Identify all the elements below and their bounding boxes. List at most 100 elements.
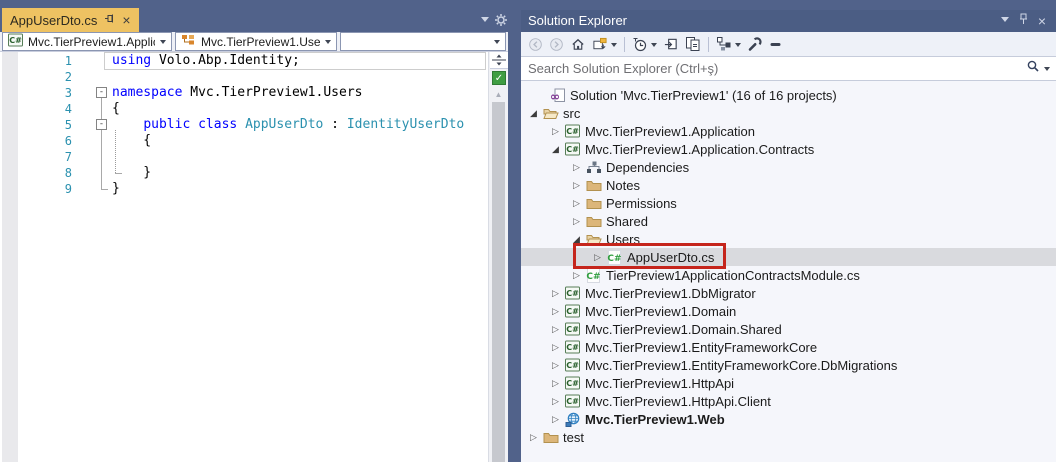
close-tab-icon[interactable]: ×	[122, 13, 130, 27]
expand-arrow-icon[interactable]: ▷	[569, 180, 584, 191]
chevron-down-icon	[325, 40, 331, 47]
type-dropdown[interactable]: Mvc.TierPreview1.Users.A	[175, 32, 337, 51]
expand-arrow-icon[interactable]: ▷	[569, 216, 584, 227]
expand-arrow-icon[interactable]: ▷	[548, 126, 563, 137]
expand-arrow-icon[interactable]: ▷	[548, 306, 563, 317]
folder-icon	[584, 214, 603, 228]
tree-item-permissions[interactable]: ▷ Permissions	[521, 194, 1056, 212]
chevron-down-icon	[494, 40, 500, 47]
folder-icon	[541, 430, 560, 444]
tree-item-label: Permissions	[603, 196, 677, 211]
expand-arrow-icon[interactable]: ▷	[548, 378, 563, 389]
sync-with-active-document-button[interactable]	[660, 34, 682, 54]
tree-item-label: AppUserDto.cs	[624, 250, 714, 265]
member-dropdown[interactable]	[340, 32, 506, 51]
window-position-chevron-icon[interactable]	[1001, 17, 1009, 26]
tab-list-chevron-icon[interactable]	[481, 17, 489, 26]
collapse-all-button[interactable]	[682, 34, 704, 54]
code-line-8: 8 }	[0, 165, 490, 181]
tree-item-mvc-tierpreview1-application-contracts[interactable]: ◢C#Mvc.TierPreview1.Application.Contract…	[521, 140, 1056, 158]
editor-scrollbar[interactable]: ✓ ▲	[488, 52, 508, 462]
switch-views-button[interactable]	[589, 34, 611, 54]
properties-button[interactable]	[744, 34, 766, 54]
file-nesting-button[interactable]	[713, 34, 735, 54]
collapse-arrow-icon[interactable]: ◢	[569, 234, 584, 245]
tree-item-shared[interactable]: ▷Shared	[521, 212, 1056, 230]
collapse-arrow-icon[interactable]: ◢	[526, 108, 541, 119]
tree-item-users[interactable]: ◢Users	[521, 230, 1056, 248]
pending-changes-filter-chevron-icon[interactable]	[651, 43, 657, 50]
pin-window-icon[interactable]	[1018, 10, 1029, 32]
tree-item-mvc-tierpreview1-domain[interactable]: ▷C#Mvc.TierPreview1.Domain	[521, 302, 1056, 320]
tree-item-mvc-tierpreview1-entityframeworkcore-dbmig[interactable]: ▷C#Mvc.TierPreview1.EntityFrameworkCore.…	[521, 356, 1056, 374]
expand-arrow-icon[interactable]: ▷	[548, 396, 563, 407]
expand-arrow-icon[interactable]: ▷	[590, 252, 605, 263]
code-editor[interactable]: 1using Volo.Abp.Identity;23namespace Mvc…	[0, 52, 490, 462]
code-line-2: 2	[0, 69, 490, 85]
file-nesting-chevron-icon[interactable]	[735, 43, 741, 50]
project-dropdown[interactable]: C# Mvc.TierPreview1.Applica:	[2, 32, 172, 51]
editor-settings-gear-icon[interactable]	[494, 13, 508, 32]
tree-item-appuserdto-cs[interactable]: ▷C#AppUserDto.cs	[521, 248, 1056, 266]
tree-item-mvc-tierpreview1-application[interactable]: ▷C#Mvc.TierPreview1.Application	[521, 122, 1056, 140]
scrollbar-thumb[interactable]	[492, 102, 505, 462]
solution-explorer-title: Solution Explorer	[528, 13, 627, 28]
expand-arrow-icon[interactable]: ▷	[569, 162, 584, 173]
line-number: 2	[20, 69, 72, 85]
home-button[interactable]	[567, 34, 589, 54]
switch-views-chevron-icon[interactable]	[611, 43, 617, 50]
search-options-chevron-icon[interactable]	[1044, 67, 1050, 74]
pending-changes-filter-button[interactable]	[629, 34, 651, 54]
tree-item-mvc-tierpreview1-entityframeworkcore[interactable]: ▷C#Mvc.TierPreview1.EntityFrameworkCore	[521, 338, 1056, 356]
tree-item-label: Mvc.TierPreview1.EntityFrameworkCore.DbM…	[582, 358, 897, 373]
csharp-file-icon: C#	[584, 268, 603, 283]
tree-item-dependencies[interactable]: ▷ Dependencies	[521, 158, 1056, 176]
svg-text:C#: C#	[9, 36, 22, 45]
collapse-region-icon[interactable]: -	[96, 87, 107, 98]
code-line-9: 9}	[0, 181, 490, 197]
search-solution-explorer-input[interactable]: Search Solution Explorer (Ctrl+ş)	[521, 56, 1056, 81]
code-health-check-icon[interactable]: ✓	[492, 71, 506, 85]
collapse-region-icon[interactable]: -	[96, 119, 107, 130]
tree-item-src[interactable]: ◢src	[521, 104, 1056, 122]
document-tab-appuserdto[interactable]: AppUserDto.cs ×	[2, 8, 139, 32]
tree-item-notes[interactable]: ▷Notes	[521, 176, 1056, 194]
folder-icon	[584, 178, 603, 192]
solution-explorer-titlebar[interactable]: Solution Explorer ×	[521, 10, 1056, 32]
split-window-handle[interactable]	[490, 52, 508, 69]
expand-arrow-icon[interactable]: ▷	[548, 360, 563, 371]
pin-tab-icon[interactable]	[104, 11, 115, 29]
expand-arrow-icon[interactable]: ▷	[548, 324, 563, 335]
collapse-arrow-icon[interactable]: ◢	[548, 144, 563, 155]
tree-item-test[interactable]: ▷test	[521, 428, 1056, 446]
tree-item-label: Dependencies	[603, 160, 689, 175]
line-number: 9	[20, 181, 72, 197]
forward-button[interactable]	[546, 34, 567, 54]
solution-icon: ∞	[548, 88, 567, 103]
editor-navigation-bar: C# Mvc.TierPreview1.Applica: Mvc.TierPre…	[0, 32, 508, 52]
expand-arrow-icon[interactable]: ▷	[548, 342, 563, 353]
line-number: 6	[20, 133, 72, 149]
expand-arrow-icon[interactable]: ▷	[526, 432, 541, 443]
web-project-icon	[563, 412, 582, 427]
tree-item-mvc-tierpreview1-web[interactable]: ▷Mvc.TierPreview1.Web	[521, 410, 1056, 428]
expand-arrow-icon[interactable]: ▷	[569, 270, 584, 281]
scroll-up-arrow-icon[interactable]: ▲	[489, 89, 508, 101]
tree-item-mvc-tierpreview1-httpapi[interactable]: ▷C#Mvc.TierPreview1.HttpApi	[521, 374, 1056, 392]
preview-selected-items-button[interactable]	[766, 34, 786, 54]
class-icon	[181, 33, 196, 50]
toolbar-separator	[708, 37, 709, 52]
close-window-icon[interactable]: ×	[1038, 10, 1046, 32]
tree-item-mvc-tierpreview1-dbmigrator[interactable]: ▷C#Mvc.TierPreview1.DbMigrator	[521, 284, 1056, 302]
outlining-guide-tick	[115, 173, 122, 174]
tree-item-solution-mvc-tierpreview1-16-of-16-project[interactable]: ∞Solution 'Mvc.TierPreview1' (16 of 16 p…	[521, 86, 1056, 104]
expand-arrow-icon[interactable]: ▷	[548, 288, 563, 299]
expand-arrow-icon[interactable]: ▷	[548, 414, 563, 425]
back-button[interactable]	[525, 34, 546, 54]
tree-item-mvc-tierpreview1-httpapi-client[interactable]: ▷C#Mvc.TierPreview1.HttpApi.Client	[521, 392, 1056, 410]
toolbar-separator	[624, 37, 625, 52]
search-icon[interactable]	[1026, 59, 1040, 78]
expand-arrow-icon[interactable]: ▷	[569, 198, 584, 209]
tree-item-tierpreview1applicationcontractsmodule-cs[interactable]: ▷C#TierPreview1ApplicationContractsModul…	[521, 266, 1056, 284]
tree-item-mvc-tierpreview1-domain-shared[interactable]: ▷C#Mvc.TierPreview1.Domain.Shared	[521, 320, 1056, 338]
